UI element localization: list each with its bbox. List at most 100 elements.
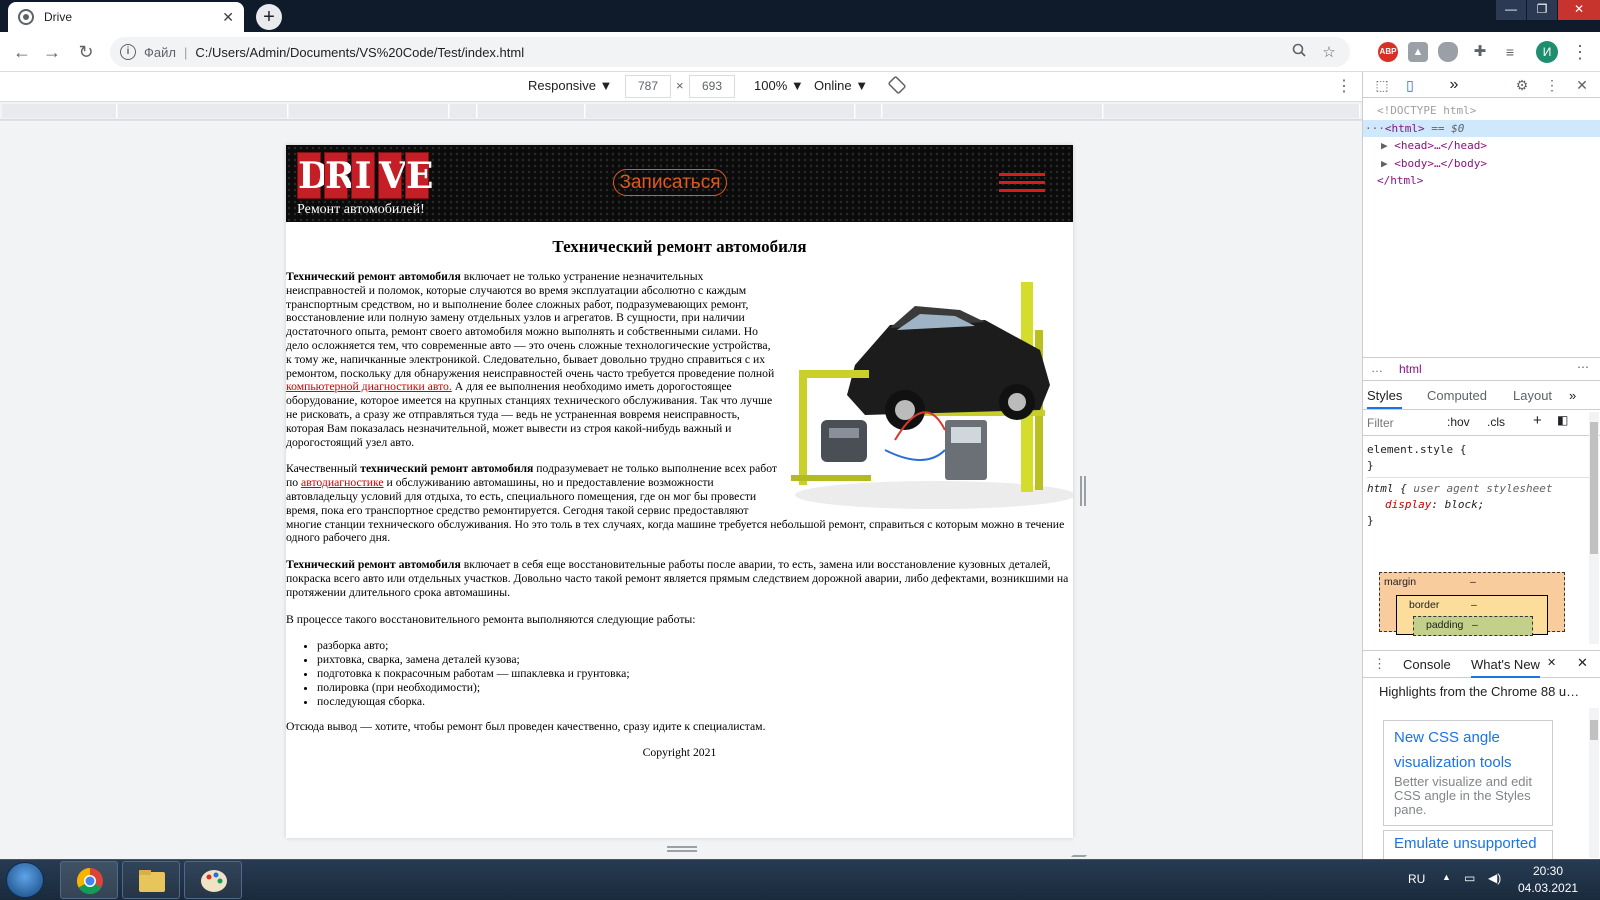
address-bar[interactable]: i Файл | C:/Users/Admin/Documents/VS%20C… — [110, 37, 1350, 67]
taskbar-chrome[interactable] — [60, 861, 118, 899]
browser-tab[interactable]: Drive ✕ — [8, 2, 244, 32]
forward-button[interactable]: → — [40, 40, 64, 64]
whats-new-card[interactable]: New CSS angle visualization tools Better… — [1383, 720, 1553, 826]
shield-extension-icon[interactable] — [1438, 42, 1458, 62]
media-query-segment[interactable] — [586, 104, 855, 118]
inspect-element-icon[interactable]: ⬚ — [1373, 76, 1391, 94]
media-query-segment[interactable] — [2, 104, 117, 118]
tab-computed[interactable]: Computed — [1427, 388, 1487, 403]
card-title[interactable]: New CSS angle visualization tools — [1394, 725, 1542, 775]
language-indicator[interactable]: RU — [1408, 872, 1425, 886]
reload-button[interactable]: ↻ — [74, 40, 98, 64]
media-query-segment[interactable] — [118, 104, 288, 118]
more-panels-icon[interactable]: » — [1445, 76, 1463, 94]
maximize-button[interactable]: ❐ — [1527, 0, 1557, 20]
media-queue-icon[interactable]: ≡ — [1500, 42, 1520, 62]
volume-icon[interactable]: ◀) — [1488, 871, 1501, 885]
minimize-button[interactable]: — — [1496, 0, 1526, 20]
element-style-rule[interactable]: element.style { — [1367, 442, 1593, 458]
drawer-scrollbar[interactable] — [1589, 708, 1599, 858]
extensions-puzzle-icon[interactable]: ✚ — [1470, 42, 1490, 62]
border-label: border — [1409, 599, 1440, 611]
tray-expand-icon[interactable]: ▲ — [1442, 872, 1451, 882]
taskbar-paint[interactable] — [184, 861, 242, 899]
site-info-icon[interactable]: i — [120, 44, 136, 60]
more-tabs-icon[interactable]: » — [1569, 388, 1576, 403]
padding-value[interactable]: – — [1472, 619, 1478, 631]
styles-scrollbar[interactable] — [1589, 412, 1599, 644]
zoom-select[interactable]: 100% ▼ — [754, 78, 804, 93]
height-input[interactable]: 693 — [689, 75, 735, 98]
hamburger-menu-icon[interactable] — [999, 173, 1045, 193]
style-declaration[interactable]: display: block; — [1367, 497, 1593, 513]
dom-node[interactable]: <!DOCTYPE html> — [1363, 102, 1600, 120]
zoom-icon[interactable] — [1288, 43, 1310, 61]
clock-date[interactable]: 04.03.2021 — [1518, 881, 1578, 895]
resize-height-handle[interactable] — [667, 846, 697, 852]
taskbar-explorer[interactable] — [122, 861, 180, 899]
media-query-segment[interactable] — [1104, 104, 1360, 118]
adblock-extension-icon[interactable]: ABP — [1378, 42, 1398, 62]
close-devtools-icon[interactable]: ✕ — [1573, 76, 1591, 94]
resize-width-handle[interactable] — [1080, 476, 1086, 506]
whats-new-card[interactable]: Emulate unsupported — [1383, 830, 1553, 859]
url-text[interactable]: C:/Users/Admin/Documents/VS%20Code/Test/… — [195, 45, 1280, 60]
media-query-segment[interactable] — [856, 104, 882, 118]
dom-node-selected[interactable]: ···<html> == $0 — [1363, 119, 1600, 137]
resize-corner-handle[interactable] — [1071, 843, 1099, 857]
browser-menu-button[interactable]: ⋮ — [1568, 40, 1592, 64]
drive-logo[interactable]: D R I V E — [297, 152, 433, 199]
media-query-segment[interactable] — [883, 104, 1103, 118]
profile-avatar[interactable]: И — [1536, 41, 1558, 63]
border-value[interactable]: – — [1471, 599, 1477, 611]
diagnostics-link[interactable]: компьютерной диагностики авто. — [286, 380, 452, 393]
box-padding: padding – — [1413, 616, 1533, 636]
media-query-segment[interactable] — [478, 104, 585, 118]
back-button[interactable]: ← — [10, 40, 34, 64]
tab-styles[interactable]: Styles — [1367, 388, 1403, 409]
dom-tree: <!DOCTYPE html> ···<html> == $0 ▶ <head>… — [1363, 102, 1600, 190]
bold-phrase: технический ремонт автомобиля — [360, 462, 534, 476]
windows-taskbar: RU ▲ ▭ ◀) 20:30 04.03.2021 — [0, 859, 1600, 900]
close-tab-icon[interactable]: ✕ — [222, 9, 234, 26]
margin-value[interactable]: – — [1470, 576, 1476, 588]
width-input[interactable]: 787 — [625, 75, 671, 98]
rotate-icon[interactable] — [888, 76, 906, 97]
media-query-segment[interactable] — [450, 104, 477, 118]
pdf-extension-icon[interactable]: ▲ — [1408, 42, 1428, 62]
signup-button[interactable]: Записаться — [613, 169, 727, 196]
close-drawer-icon[interactable]: ✕ — [1577, 655, 1588, 671]
new-tab-button[interactable]: + — [256, 4, 282, 30]
breadcrumb-dots[interactable]: … — [1371, 361, 1383, 375]
clock-time[interactable]: 20:30 — [1533, 864, 1563, 878]
cls-toggle[interactable]: .cls — [1487, 415, 1505, 429]
breadcrumb-more-icon[interactable]: ⋯ — [1577, 360, 1589, 374]
network-icon[interactable]: ▭ — [1464, 871, 1475, 885]
drawer-menu-icon[interactable]: ⋮ — [1373, 656, 1386, 672]
start-button[interactable] — [6, 862, 44, 898]
hov-toggle[interactable]: :hov — [1447, 415, 1470, 429]
toggle-sidebar-icon[interactable]: ◧ — [1557, 413, 1568, 427]
devtools-menu-icon[interactable]: ⋮ — [1543, 76, 1561, 94]
new-rule-icon[interactable]: + — [1533, 412, 1542, 429]
tab-layout[interactable]: Layout — [1513, 388, 1552, 403]
dom-node[interactable]: ▶ <body>…</body> — [1363, 155, 1600, 173]
settings-gear-icon[interactable]: ⚙ — [1513, 76, 1531, 94]
bookmark-star-icon[interactable]: ☆ — [1318, 43, 1340, 61]
styles-filter-input[interactable] — [1367, 414, 1437, 432]
breadcrumb-html[interactable]: html — [1399, 362, 1422, 376]
dom-node[interactable]: ▶ <head>…</head> — [1363, 137, 1600, 155]
device-select[interactable]: Responsive ▼ — [528, 78, 612, 93]
tab-console[interactable]: Console — [1403, 657, 1451, 672]
close-window-button[interactable]: ✕ — [1558, 0, 1600, 20]
throttle-select[interactable]: Online ▼ — [814, 78, 868, 93]
close-whats-new-icon[interactable]: ✕ — [1547, 656, 1556, 669]
media-query-segment[interactable] — [289, 104, 449, 118]
list-item: полировка (при необходимости); — [317, 681, 1073, 695]
device-more-button[interactable]: ⋮ — [1336, 76, 1352, 96]
tab-whats-new[interactable]: What's New — [1471, 657, 1540, 678]
device-toggle-icon[interactable]: ▯ — [1401, 76, 1419, 94]
site-tagline: Ремонт автомобилей! — [297, 202, 425, 217]
dom-node[interactable]: </html> — [1363, 172, 1600, 190]
autodiagnostics-link[interactable]: автодиагностике — [301, 476, 384, 489]
